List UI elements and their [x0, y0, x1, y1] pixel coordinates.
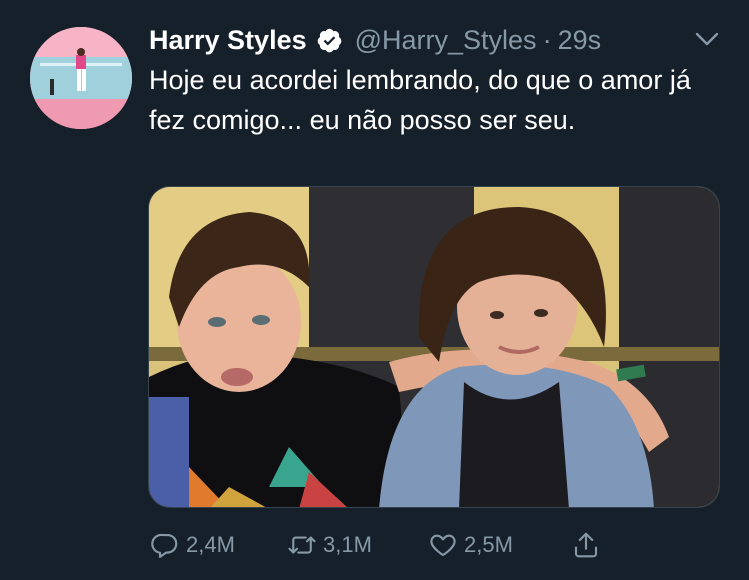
reply-icon	[151, 533, 178, 558]
verified-badge-icon	[316, 27, 343, 54]
avatar[interactable]	[30, 27, 132, 129]
more-options-chevron-down-icon[interactable]	[692, 27, 722, 51]
avatar-image	[30, 27, 132, 129]
author-handle[interactable]: @Harry_Styles	[355, 25, 537, 56]
display-name[interactable]: Harry Styles	[149, 25, 307, 56]
retweet-button[interactable]: 3,1M	[287, 528, 428, 562]
share-icon	[574, 532, 598, 558]
photo-two-people-icon	[149, 187, 719, 507]
reply-count: 2,4M	[186, 532, 235, 557]
tweet-header: Harry Styles @Harry_Styles · 29s	[149, 22, 601, 58]
share-button[interactable]	[571, 528, 601, 562]
tweet-photo[interactable]	[148, 186, 720, 508]
retweet-icon	[288, 536, 316, 554]
like-button[interactable]: 2,5M	[428, 528, 571, 562]
header-separator: ·	[542, 24, 552, 55]
tweet-text: Hoje eu acordei lembrando, do que o amor…	[149, 65, 691, 135]
heart-icon	[430, 534, 456, 557]
tweet-timestamp[interactable]: 29s	[558, 25, 602, 56]
like-count: 2,5M	[464, 532, 513, 557]
tweet-actions: 2,4M 3,1M 2,5M	[150, 528, 601, 562]
tweet: Harry Styles @Harry_Styles · 29s Hoje eu…	[0, 0, 749, 580]
reply-button[interactable]: 2,4M	[150, 528, 287, 562]
retweet-count: 3,1M	[323, 532, 372, 557]
